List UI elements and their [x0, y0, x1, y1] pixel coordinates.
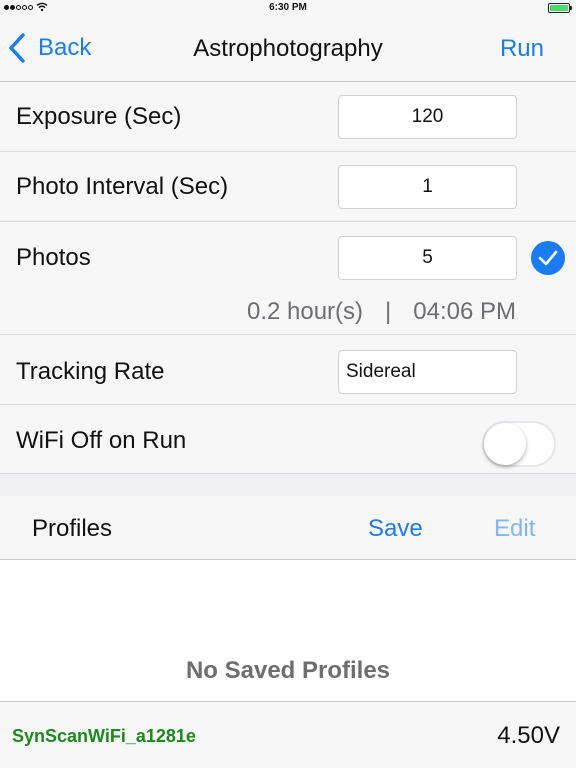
profiles-list[interactable]: No Saved Profiles [0, 561, 576, 701]
end-time-text: 04:06 PM [413, 298, 516, 325]
section-gap [0, 474, 576, 496]
run-button[interactable]: Run [500, 35, 544, 63]
duration-summary: 0.2 hour(s) | 04:06 PM [247, 298, 516, 326]
wifi-ssid-label: SynScanWiFi_a1281e [12, 726, 196, 746]
profiles-title: Profiles [32, 515, 113, 542]
wifi-off-label: WiFi Off on Run [16, 427, 187, 454]
wifi-off-toggle[interactable] [482, 421, 556, 467]
profiles-header: Profiles Save Edit [0, 496, 576, 560]
edit-profiles-button[interactable]: Edit [494, 515, 535, 543]
toggle-knob [484, 423, 526, 465]
photos-label: Photos [16, 244, 91, 271]
photos-row: Photos 5 0.2 hour(s) | 04:06 PM [0, 222, 576, 335]
status-bar: 6:30 PM [0, 0, 576, 16]
page-title: Astrophotography [193, 35, 383, 62]
status-time: 6:30 PM [269, 2, 307, 13]
duration-text: 0.2 hour(s) [246, 298, 364, 325]
checkmark-icon [538, 250, 558, 266]
navigation-bar: Back Astrophotography Run [0, 16, 576, 82]
save-profile-button[interactable]: Save [368, 515, 423, 543]
battery-icon [548, 3, 572, 13]
empty-profiles-message: No Saved Profiles [185, 657, 391, 684]
interval-row: Photo Interval (Sec) 1 [0, 152, 576, 222]
tracking-label: Tracking Rate [16, 358, 165, 385]
connection-footer: SynScanWiFi_a1281e 4.50V [0, 701, 576, 768]
interval-input[interactable]: 1 [338, 165, 517, 209]
exposure-label: Exposure (Sec) [16, 103, 182, 130]
summary-separator: | [385, 298, 392, 325]
wifi-off-row: WiFi Off on Run [0, 405, 576, 474]
interval-label: Photo Interval (Sec) [16, 173, 229, 200]
voltage-label: 4.50V [497, 722, 560, 749]
exposure-input[interactable]: 120 [338, 95, 517, 139]
exposure-row: Exposure (Sec) 120 [0, 82, 576, 152]
tracking-rate-select[interactable]: Sidereal [338, 350, 517, 394]
photos-input[interactable]: 5 [338, 236, 517, 280]
photos-checkmark-button[interactable] [531, 241, 565, 275]
tracking-row: Tracking Rate Sidereal [0, 335, 576, 405]
